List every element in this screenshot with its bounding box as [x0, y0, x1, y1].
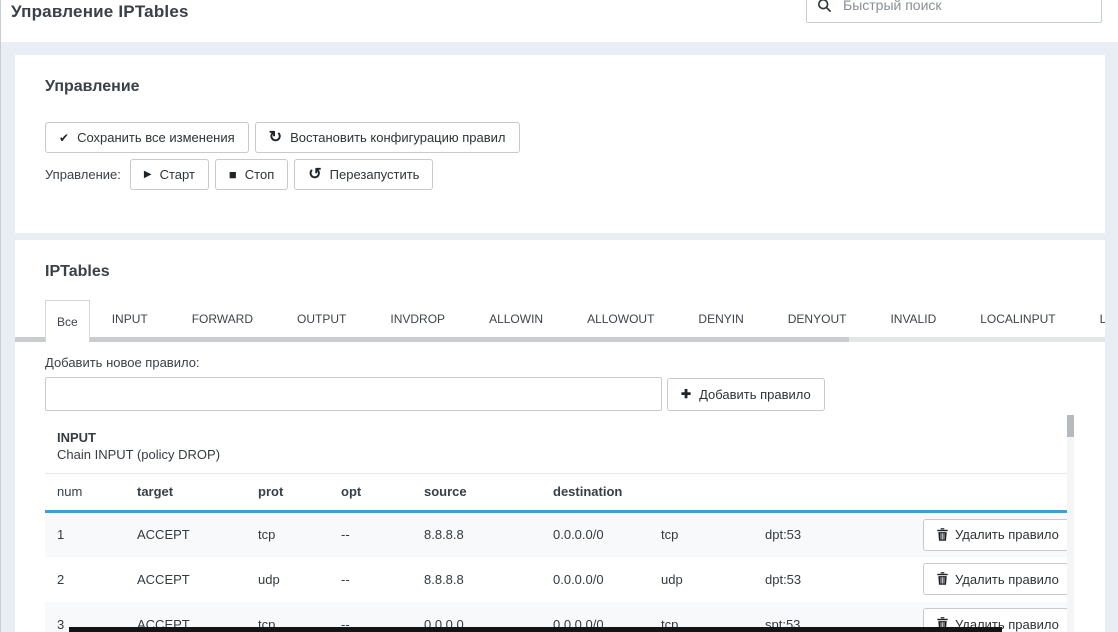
page-title: Управление IPTables [11, 2, 189, 22]
quick-search-box[interactable] [806, 0, 1102, 23]
rule-prot: udp [246, 557, 329, 602]
chain-tab[interactable]: DENYIN [676, 300, 765, 337]
chain-name: INPUT [57, 430, 1067, 445]
tab-scrollbar-track[interactable] [15, 337, 1105, 342]
chain-tab[interactable]: INPUT [90, 300, 170, 337]
chain-header: INPUT Chain INPUT (policy DROP) [15, 430, 1105, 462]
col-opt: opt [329, 474, 412, 512]
horizontal-scrollbar-thumb[interactable] [69, 627, 1002, 632]
rule-target: ACCEPT [125, 557, 246, 602]
chain-policy: Chain INPUT (policy DROP) [57, 447, 1067, 462]
restart-button[interactable]: ↺ Перезапустить [294, 159, 433, 190]
col-destination: destination [541, 474, 649, 512]
rule-opt: -- [329, 512, 412, 557]
iptables-panel: IPTables Все INPUT FORWARD OUTPUT INVDRO… [15, 240, 1105, 632]
rule-source: 8.8.8.8 [412, 557, 541, 602]
rule-destination: 0.0.0.0/0 [541, 512, 649, 557]
rule-target: ACCEPT [125, 512, 246, 557]
management-panel: Управление ✔ Сохранить все изменения ↻ В… [15, 55, 1105, 233]
restore-rules-config-button[interactable]: ↻ Востановить конфигурацию правил [255, 122, 520, 153]
save-all-changes-button[interactable]: ✔ Сохранить все изменения [45, 122, 249, 153]
chain-tab-bar: Все INPUT FORWARD OUTPUT INVDROP ALLOWIN [45, 300, 1105, 337]
add-rule-label: Добавить новое правило: [45, 355, 1105, 370]
col-prot: prot [246, 474, 329, 512]
chain-tab[interactable]: OUTPUT [275, 300, 368, 337]
rule-num: 2 [45, 557, 125, 602]
chain-tab[interactable]: FORWARD [170, 300, 275, 337]
rule-row: 1 ACCEPT tcp -- 8.8.8.8 0.0.0.0/0 tcp dp… [45, 512, 1067, 557]
rule-opt: -- [329, 557, 412, 602]
control-label: Управление: [45, 167, 121, 182]
check-icon: ✔ [59, 132, 69, 144]
rules-table: num target prot opt source destination 1… [45, 474, 1067, 632]
rule-destination: 0.0.0.0/0 [541, 557, 649, 602]
new-rule-input[interactable] [45, 377, 662, 411]
trash-icon [937, 528, 948, 541]
service-control-row: Управление: ▶ Старт ■ Стоп ↺ Перезапусти… [45, 159, 1105, 190]
add-rule-button[interactable]: ✚ Добавить правило [667, 378, 825, 411]
rule-port-detail: dpt:53 [753, 512, 911, 557]
rule-row: 2 ACCEPT udp -- 8.8.8.8 0.0.0.0/0 udp dp… [45, 557, 1067, 602]
rules-table-header-row: num target prot opt source destination [45, 474, 1067, 512]
add-rule-section: Добавить новое правило: ✚ Добавить прави… [45, 355, 1105, 411]
iptables-heading: IPTables [15, 240, 1105, 281]
rule-source: 8.8.8.8 [412, 512, 541, 557]
rules-scrollbar-track[interactable] [1067, 415, 1074, 632]
plus-icon: ✚ [681, 388, 691, 400]
col-source: source [412, 474, 541, 512]
trash-icon [937, 572, 948, 585]
chain-tab[interactable]: Все [45, 300, 90, 342]
delete-rule-button[interactable]: Удалить правило [923, 519, 1073, 551]
chain-tab[interactable]: ALLOWOUT [565, 300, 676, 337]
management-actions-row: ✔ Сохранить все изменения ↻ Востановить … [45, 122, 1105, 153]
delete-rule-button[interactable]: Удалить правило [923, 563, 1073, 595]
rule-proto-detail: tcp [649, 512, 753, 557]
stop-button[interactable]: ■ Стоп [215, 159, 288, 190]
chain-tab[interactable]: LOCALINPUT [958, 300, 1077, 337]
play-icon: ▶ [144, 170, 152, 180]
rule-proto-detail: udp [649, 557, 753, 602]
search-icon [817, 0, 832, 13]
rule-prot: tcp [246, 512, 329, 557]
management-heading: Управление [15, 55, 1105, 96]
chain-tab[interactable]: DENYOUT [766, 300, 869, 337]
rules-scrollbar-thumb[interactable] [1067, 415, 1074, 437]
chain-tab[interactable]: LOCALOUTPUT [1078, 300, 1105, 337]
chain-tab[interactable]: ALLOWIN [467, 300, 565, 337]
rule-num: 1 [45, 512, 125, 557]
search-input[interactable] [841, 0, 1091, 14]
col-target: target [125, 474, 246, 512]
refresh-icon: ↻ [269, 130, 282, 146]
chain-tab[interactable]: INVALID [868, 300, 958, 337]
tab-scrollbar-thumb[interactable] [15, 337, 849, 342]
start-button[interactable]: ▶ Старт [130, 159, 209, 190]
restart-icon: ↺ [308, 167, 321, 183]
chain-tab[interactable]: INVDROP [368, 300, 467, 337]
rule-port-detail: dpt:53 [753, 557, 911, 602]
col-num: num [45, 474, 125, 512]
stop-icon: ■ [229, 168, 237, 181]
